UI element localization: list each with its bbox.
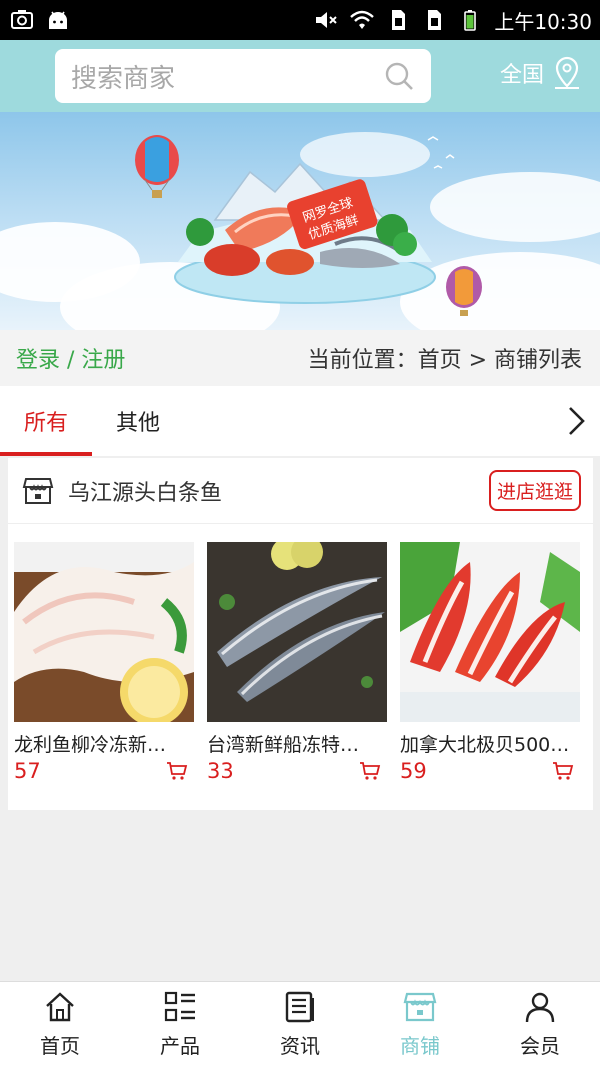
nav-news-label: 资讯 <box>280 1034 320 1058</box>
region-selector[interactable]: 全国 <box>500 56 582 90</box>
product-card[interactable]: 台湾新鲜船冻特… 33 <box>207 542 387 783</box>
home-icon <box>46 992 74 1022</box>
user-icon <box>525 992 555 1023</box>
category-tabs: 所有 其他 <box>0 386 600 456</box>
tab-other[interactable]: 其他 <box>92 386 184 456</box>
nav-home-label: 首页 <box>40 1034 80 1058</box>
product-card[interactable]: 龙利鱼柳冷冻新… 57 <box>14 542 194 783</box>
cart-icon[interactable] <box>552 761 574 781</box>
product-name: 龙利鱼柳冷冻新… <box>14 734 167 756</box>
tab-all-label: 所有 <box>23 411 68 436</box>
sim-card-icon <box>428 10 442 30</box>
login-register-link[interactable]: 登录 / 注册 <box>16 342 125 374</box>
region-label: 全国 <box>499 63 544 88</box>
sim-card-icon <box>392 10 406 30</box>
promo-banner[interactable]: 网罗全球 优质海鲜 <box>0 112 600 330</box>
product-name: 台湾新鲜船冻特… <box>207 734 360 756</box>
nav-products-label: 产品 <box>160 1034 200 1058</box>
nav-shops-label: 商铺 <box>400 1034 440 1058</box>
status-bar: 上午10:30 <box>0 0 600 40</box>
shop-card: 乌江源头白条鱼 进店逛逛 龙利鱼柳冷冻新… 57 台湾新鲜船冻特… 33 加拿大… <box>8 458 593 810</box>
search-placeholder: 搜索商家 <box>71 63 176 94</box>
nav-member[interactable]: 会员 <box>480 982 600 1067</box>
store-icon <box>22 477 54 504</box>
nav-products[interactable]: 产品 <box>120 982 240 1067</box>
header: 搜索商家 全国 <box>0 40 600 112</box>
tab-all[interactable]: 所有 <box>0 386 92 456</box>
product-image[interactable] <box>14 542 194 722</box>
breadcrumb-bar: 登录 / 注册 当前位置：首页 > 商铺列表 <box>0 330 600 386</box>
battery-icon <box>464 10 477 31</box>
screenshot-icon <box>11 10 33 29</box>
product-image[interactable] <box>400 542 580 722</box>
search-icon[interactable] <box>383 60 415 92</box>
product-price: 57 <box>14 759 41 783</box>
clock: 上午10:30 <box>494 9 592 34</box>
mute-icon <box>316 12 338 28</box>
product-price: 33 <box>207 759 234 783</box>
product-card[interactable]: 加拿大北极贝500… 59 <box>400 542 580 783</box>
product-image[interactable] <box>207 542 387 722</box>
wifi-icon <box>350 10 375 29</box>
android-icon <box>49 11 67 29</box>
product-list: 龙利鱼柳冷冻新… 57 台湾新鲜船冻特… 33 加拿大北极贝500… 59 <box>8 524 593 810</box>
nav-home[interactable]: 首页 <box>0 982 120 1067</box>
cart-icon[interactable] <box>166 761 188 781</box>
tab-other-label: 其他 <box>115 411 160 436</box>
product-name: 加拿大北极贝500… <box>400 734 570 756</box>
breadcrumb: 当前位置：首页 > 商铺列表 <box>307 348 582 373</box>
banner-illustration: 网罗全球 优质海鲜 <box>135 135 482 316</box>
nav-news[interactable]: 资讯 <box>240 982 360 1067</box>
hot-air-balloon-icon <box>446 266 482 316</box>
cart-icon[interactable] <box>359 761 381 781</box>
product-price: 59 <box>400 759 427 783</box>
store-icon <box>403 992 437 1022</box>
bottom-nav: 首页 产品 资讯 商铺 会员 <box>0 981 600 1067</box>
location-pin-icon <box>555 56 579 89</box>
hot-air-balloon-icon <box>135 135 179 198</box>
grid-list-icon <box>164 991 195 1022</box>
visit-store-button[interactable]: 进店逛逛 <box>488 470 581 511</box>
nav-member-label: 会员 <box>520 1034 560 1058</box>
news-icon <box>285 991 314 1023</box>
chevron-right-icon[interactable] <box>562 404 590 438</box>
search-input[interactable]: 搜索商家 <box>55 49 431 103</box>
nav-shops[interactable]: 商铺 <box>360 982 480 1067</box>
shop-header[interactable]: 乌江源头白条鱼 进店逛逛 <box>8 458 593 524</box>
shop-name: 乌江源头白条鱼 <box>68 480 223 506</box>
